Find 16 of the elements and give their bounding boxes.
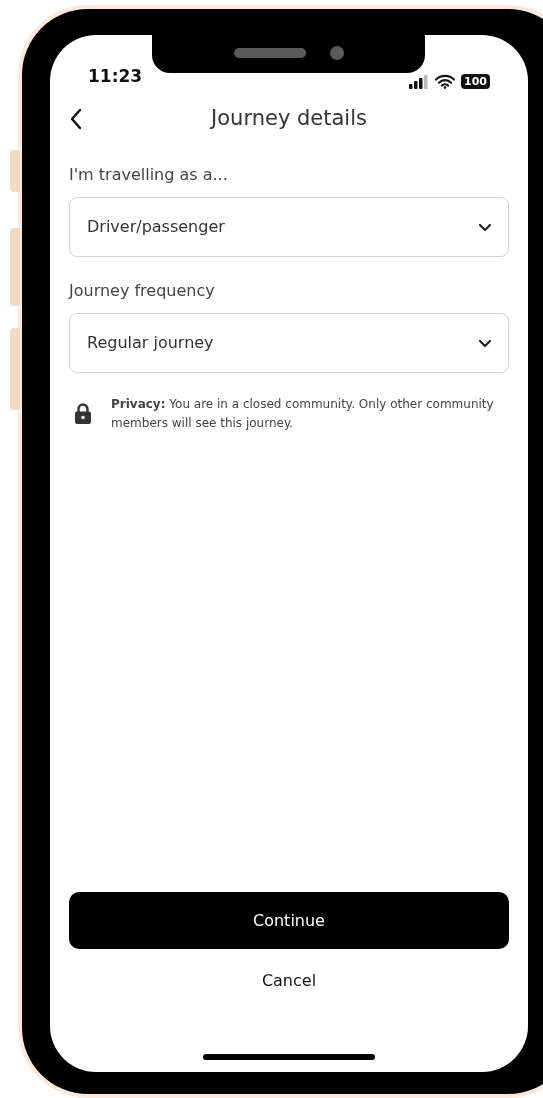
dropdown-field[interactable]: Regular journey (69, 313, 509, 373)
chevron-down-icon (478, 222, 492, 232)
status-time: 11:23 (88, 64, 143, 88)
signal-icon (409, 74, 430, 89)
back-icon[interactable] (69, 108, 83, 130)
field-label: I'm travelling as a... (69, 164, 229, 186)
battery-indicator: 100 (461, 74, 490, 89)
cancel-link[interactable]: Cancel (253, 967, 325, 995)
chevron-down-icon (478, 338, 492, 348)
field-label: Journey frequency (69, 280, 216, 302)
screen-title: Journey details (211, 105, 367, 133)
dropdown-field[interactable]: Driver/passenger (69, 197, 509, 257)
continue-button[interactable]: Continue (69, 892, 509, 949)
wifi-icon (435, 74, 456, 89)
privacy-notice: Privacy: You are in a closed community. Only other community members will see this journey. (111, 396, 495, 432)
lock-icon (75, 403, 91, 424)
